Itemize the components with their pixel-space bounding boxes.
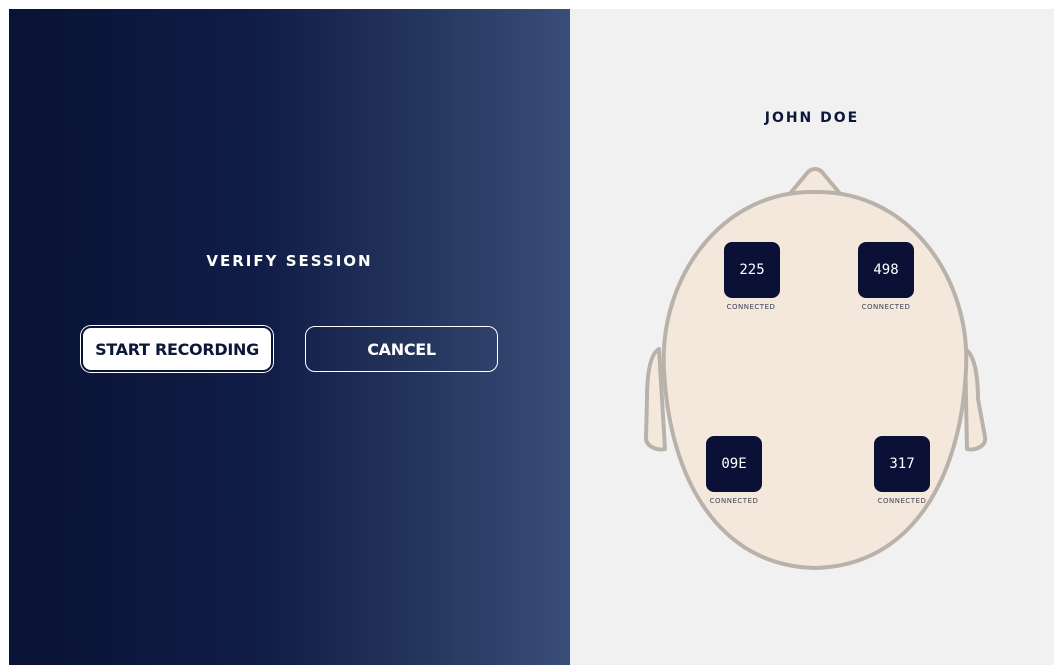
sensor-status: CONNECTED (861, 303, 911, 311)
sensor-tile[interactable]: 09E (706, 436, 762, 492)
sensor-tile[interactable]: 317 (874, 436, 930, 492)
sensor-tile[interactable]: 225 (724, 242, 780, 298)
app-frame: VERIFY SESSION START RECORDING CANCEL JO… (9, 9, 1054, 665)
head-diagram (644, 167, 988, 571)
sensor-status: CONNECTED (709, 497, 759, 505)
sensor-status: CONNECTED (726, 303, 776, 311)
head-outline (661, 189, 969, 571)
sensor-tile[interactable]: 498 (858, 242, 914, 298)
sensor-status: CONNECTED (877, 497, 927, 505)
